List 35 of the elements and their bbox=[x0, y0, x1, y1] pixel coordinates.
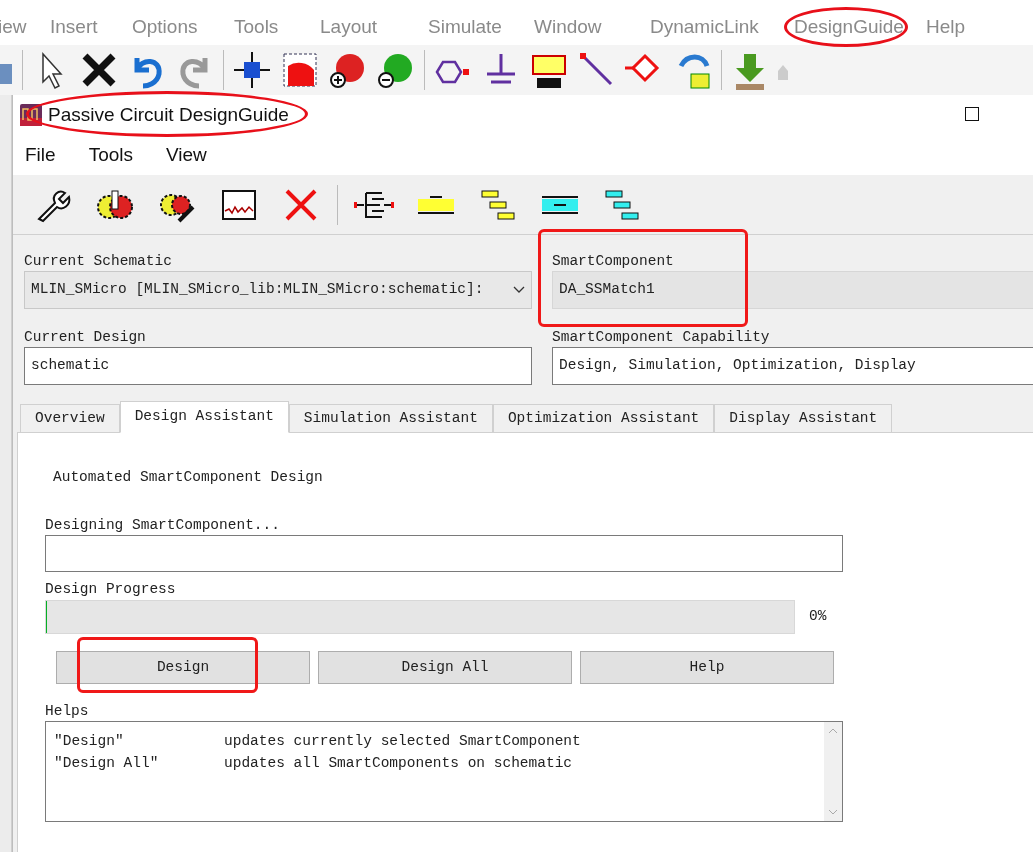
chevron-down-icon bbox=[513, 286, 525, 294]
section-heading: Automated SmartComponent Design bbox=[53, 468, 324, 487]
text-field[interactable]: schematic bbox=[24, 347, 532, 385]
tab[interactable]: Optimization Assistant bbox=[492, 404, 715, 433]
text-field[interactable]: DA_SSMatch1 bbox=[552, 271, 1033, 309]
help-text: updates all SmartComponents on schematic bbox=[224, 754, 573, 773]
maximize-icon[interactable] bbox=[965, 107, 979, 121]
field-label: Current Design bbox=[24, 328, 147, 347]
menu-item[interactable]: Tools bbox=[88, 140, 133, 170]
action-button[interactable]: Help bbox=[580, 651, 834, 684]
window-title: Passive Circuit DesignGuide bbox=[48, 103, 289, 125]
progress-reading: 0% bbox=[809, 607, 827, 627]
tab[interactable]: Simulation Assistant bbox=[288, 404, 493, 433]
text-field[interactable]: Design, Simulation, Optimization, Display bbox=[552, 347, 1033, 385]
menu-item[interactable]: File bbox=[25, 140, 56, 170]
field-label: SmartComponent Capability bbox=[552, 328, 771, 347]
app-logo-icon bbox=[20, 104, 42, 126]
tab[interactable]: Design Assistant bbox=[119, 401, 289, 433]
menu-item[interactable]: iew bbox=[0, 16, 27, 38]
field-label: Design Progress bbox=[45, 580, 177, 599]
field-label: Designing SmartComponent... bbox=[45, 516, 281, 535]
field-label: Helps bbox=[45, 702, 90, 721]
dropdown[interactable]: MLIN_SMicro [MLIN_SMicro_lib:MLIN_SMicro:schematic]: bbox=[24, 271, 532, 309]
menu-item[interactable]: View bbox=[166, 140, 207, 170]
field-label: SmartComponent bbox=[552, 252, 675, 271]
tab[interactable]: Display Assistant bbox=[714, 404, 893, 433]
help-term: "Design" bbox=[54, 732, 125, 751]
action-button[interactable]: Design All bbox=[318, 651, 572, 684]
tab[interactable]: Overview bbox=[20, 404, 120, 433]
menu-item[interactable]: Options bbox=[132, 16, 198, 38]
help-term: "Design All" bbox=[54, 754, 160, 773]
move-icon[interactable] bbox=[232, 50, 272, 90]
action-button[interactable]: Design bbox=[56, 651, 310, 684]
help-text: updates currently selected SmartComponent bbox=[224, 732, 581, 751]
field-label: Current Schematic bbox=[24, 252, 173, 271]
